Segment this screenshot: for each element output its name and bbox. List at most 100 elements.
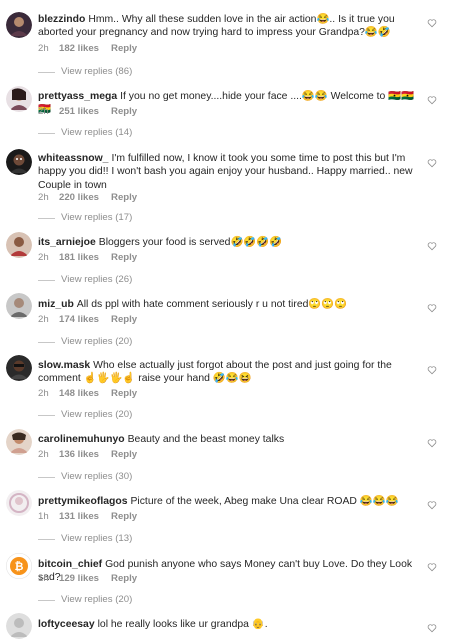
view-replies-button[interactable]: View replies (26) [38, 274, 132, 286]
avatar[interactable] [6, 613, 32, 639]
comment-likes[interactable]: 129 likes [59, 573, 99, 585]
avatar[interactable] [6, 232, 32, 258]
comment-text: carolinemuhunyo Beauty and the beast mone… [38, 433, 426, 446]
view-replies-button[interactable]: View replies (17) [38, 212, 132, 224]
comment-username[interactable]: miz_ub [38, 299, 74, 310]
comment-meta: 1h 129 likes Reply [38, 573, 137, 585]
comment-text: slow.mask Who else actually just forgot a… [38, 359, 426, 386]
comment-meta: 2h 174 likes Reply [38, 314, 137, 326]
view-replies-button[interactable]: View replies (14) [38, 127, 132, 139]
replies-divider [38, 279, 55, 281]
comment-likes[interactable]: 220 likes [59, 192, 99, 204]
comment-body: Hmm.. Why all these sudden love in the a… [38, 14, 395, 39]
comment-meta: 2h 251 likes Reply [38, 106, 137, 118]
heart-outline-icon[interactable] [427, 438, 437, 448]
comment-username[interactable]: carolinemuhunyo [38, 434, 125, 445]
reply-button[interactable]: Reply [111, 573, 137, 585]
view-replies-label: View replies (86) [61, 66, 133, 77]
replies-divider [38, 217, 55, 219]
comment-time: 1h [38, 511, 49, 522]
heart-outline-icon[interactable] [427, 562, 437, 572]
avatar[interactable] [6, 12, 32, 38]
comment-meta: 2h 220 likes Reply [38, 192, 137, 204]
comment-username[interactable]: its_arniejoe [38, 237, 96, 248]
heart-outline-icon[interactable] [427, 500, 437, 510]
reply-button[interactable]: Reply [111, 511, 137, 523]
view-replies-label: View replies (20) [61, 594, 133, 605]
comment-likes[interactable]: 181 likes [59, 252, 99, 264]
comment-likes[interactable]: 174 likes [59, 314, 99, 326]
avatar[interactable] [6, 293, 32, 319]
avatar[interactable] [6, 429, 32, 455]
view-replies-button[interactable]: View replies (86) [38, 66, 132, 78]
comment-username[interactable]: loftyceesay [38, 619, 95, 630]
svg-text:₿: ₿ [15, 560, 24, 573]
replies-divider [38, 414, 55, 416]
comment-text: whiteassnow_ I'm fulfilled now, I know it… [38, 152, 426, 192]
comment-meta: 2h 182 likes Reply [38, 43, 137, 55]
comment-body: Picture of the week, Abeg make Una clear… [130, 496, 399, 507]
comment-meta: 2h 181 likes Reply [38, 252, 137, 264]
reply-button[interactable]: Reply [111, 388, 137, 400]
comment-text: blezzindo Hmm.. Why all these sudden love… [38, 13, 426, 40]
heart-outline-icon[interactable] [427, 241, 437, 251]
reply-button[interactable]: Reply [111, 192, 137, 204]
view-replies-button[interactable]: View replies (20) [38, 336, 132, 348]
view-replies-label: View replies (13) [61, 533, 133, 544]
replies-divider [38, 341, 55, 343]
comment-likes[interactable]: 182 likes [59, 43, 99, 55]
heart-outline-icon[interactable] [427, 303, 437, 313]
avatar[interactable]: ₿ [6, 553, 32, 579]
comment-text: prettymikeoflagos Picture of the week, Ab… [38, 495, 426, 508]
comment-time: 2h [38, 43, 49, 54]
comment-username[interactable]: whiteassnow_ [38, 153, 108, 164]
replies-divider [38, 538, 55, 540]
heart-outline-icon[interactable] [427, 158, 437, 168]
comment-time: 2h [38, 388, 49, 399]
avatar[interactable] [6, 490, 32, 516]
view-replies-button[interactable]: View replies (13) [38, 533, 132, 545]
comment-username[interactable]: prettyass_mega [38, 91, 117, 102]
view-replies-label: View replies (20) [61, 409, 133, 420]
comment-time: 2h [38, 106, 49, 117]
comment-likes[interactable]: 251 likes [59, 106, 99, 118]
heart-outline-icon[interactable] [427, 365, 437, 375]
reply-button[interactable]: Reply [111, 314, 137, 326]
avatar[interactable] [6, 86, 32, 112]
reply-button[interactable]: Reply [111, 43, 137, 55]
view-replies-button[interactable]: View replies (20) [38, 409, 132, 421]
replies-divider [38, 599, 55, 601]
comment-time: 1h [38, 573, 49, 584]
comment-likes[interactable]: 136 likes [59, 449, 99, 461]
comment-body: Beauty and the beast money talks [127, 434, 285, 445]
heart-outline-icon[interactable] [427, 18, 437, 28]
comment-body: All ds ppl with hate comment seriously r… [76, 299, 348, 310]
comment-username[interactable]: slow.mask [38, 360, 90, 371]
heart-outline-icon[interactable] [427, 623, 437, 633]
comment-username[interactable]: bitcoin_chief [38, 559, 102, 570]
comment-text: loftyceesay lol he really looks like ur g… [38, 618, 426, 631]
view-replies-button[interactable]: View replies (20) [38, 594, 132, 606]
reply-button[interactable]: Reply [111, 449, 137, 461]
view-replies-button[interactable]: View replies (30) [38, 471, 132, 483]
view-replies-label: View replies (20) [61, 336, 133, 347]
comment-meta: 2h 136 likes Reply [38, 449, 137, 461]
comment-body: lol he really looks like ur grandpa 👴. [97, 619, 268, 630]
view-replies-label: View replies (30) [61, 471, 133, 482]
reply-button[interactable]: Reply [111, 252, 137, 264]
comment-likes[interactable]: 148 likes [59, 388, 99, 400]
reply-button[interactable]: Reply [111, 106, 137, 118]
comment-likes[interactable]: 131 likes [59, 511, 99, 523]
replies-divider [38, 71, 55, 73]
comment-username[interactable]: blezzindo [38, 14, 85, 25]
comment-meta: 2h 148 likes Reply [38, 388, 137, 400]
avatar[interactable] [6, 355, 32, 381]
heart-outline-icon[interactable] [427, 95, 437, 105]
avatar[interactable] [6, 149, 32, 175]
comment-username[interactable]: prettymikeoflagos [38, 496, 128, 507]
replies-divider [38, 476, 55, 478]
replies-divider [38, 132, 55, 134]
view-replies-label: View replies (14) [61, 127, 133, 138]
comment-text: miz_ub All ds ppl with hate comment serio… [38, 298, 426, 311]
comment-meta: 1h 131 likes Reply [38, 511, 137, 523]
